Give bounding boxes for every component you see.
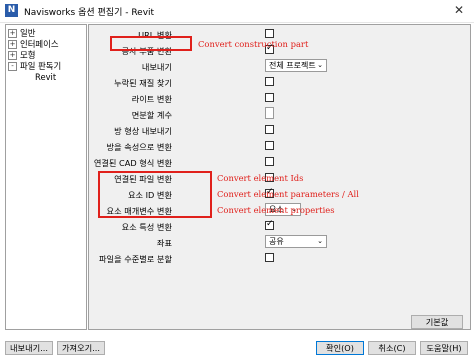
linked-cad-label: 연결된 CAD 형식 변환 bbox=[93, 158, 172, 168]
window-title: Navisworks 옵션 편집기 - Revit bbox=[24, 8, 155, 18]
tree-item-model[interactable]: + 모형 bbox=[8, 50, 35, 60]
highlight-box bbox=[98, 171, 212, 218]
export-label: 내보내기 bbox=[141, 62, 172, 72]
linked-cad-checkbox[interactable] bbox=[265, 157, 274, 166]
tree-item-interface[interactable]: + 인터페이스 bbox=[8, 39, 59, 49]
expand-icon[interactable]: + bbox=[8, 39, 17, 49]
split-by-level-label: 파일을 수준별로 분할 bbox=[99, 254, 172, 264]
export-select-value: 전체 프로젝트 bbox=[269, 61, 316, 70]
tree-item-revit[interactable]: Revit bbox=[35, 72, 56, 82]
close-icon[interactable]: ✕ bbox=[454, 3, 464, 17]
export-select[interactable]: 전체 프로젝트 ⌄ bbox=[265, 59, 327, 72]
coordinates-label: 좌표 bbox=[156, 238, 172, 248]
options-tree: + 일반 + 인터페이스 + 모형 - 파일 판독기 Revit bbox=[5, 24, 87, 330]
split-count-label: 면분할 계수 bbox=[131, 110, 172, 120]
split-count-field[interactable] bbox=[265, 107, 274, 119]
cancel-button[interactable]: 취소(C) bbox=[368, 341, 416, 355]
tree-item-label: 파일 판독기 bbox=[20, 61, 62, 71]
coordinates-select[interactable]: 공유 ⌄ bbox=[265, 235, 327, 248]
collapse-icon[interactable]: - bbox=[8, 61, 17, 71]
annotation-element-ids: Convert element Ids bbox=[217, 173, 304, 183]
light-convert-checkbox[interactable] bbox=[265, 93, 274, 102]
import-button[interactable]: 가져오기... bbox=[57, 341, 105, 355]
help-button[interactable]: 도움말(H) bbox=[420, 341, 468, 355]
split-by-level-checkbox[interactable] bbox=[265, 253, 274, 262]
tree-item-general[interactable]: + 일반 bbox=[8, 28, 35, 38]
highlight-box bbox=[110, 36, 192, 51]
export-button[interactable]: 내보내기... bbox=[5, 341, 53, 355]
expand-icon[interactable]: + bbox=[8, 50, 17, 60]
find-missing-material-label: 누락된 재질 찾기 bbox=[114, 78, 172, 88]
expand-icon[interactable]: + bbox=[8, 28, 17, 38]
chevron-down-icon: ⌄ bbox=[317, 237, 323, 245]
room-attribute-checkbox[interactable] bbox=[265, 141, 274, 150]
room-geometry-label: 방 형상 내보내기 bbox=[114, 126, 172, 136]
ok-button[interactable]: 확인(O) bbox=[316, 341, 364, 355]
element-props-checkbox[interactable] bbox=[265, 219, 274, 230]
light-convert-label: 라이트 변환 bbox=[131, 94, 172, 104]
annotation-element-params: Convert element parameters / All bbox=[217, 189, 359, 199]
coordinates-select-value: 공유 bbox=[269, 237, 284, 246]
element-props-label: 요소 특성 변환 bbox=[121, 222, 172, 232]
tree-item-file-readers[interactable]: - 파일 판독기 bbox=[8, 61, 61, 71]
annotation-element-props: Convert element properties bbox=[217, 205, 335, 215]
room-attribute-label: 방을 속성으로 변환 bbox=[106, 142, 172, 152]
annotation-construction-part: Convert construction part bbox=[198, 39, 309, 49]
room-geometry-checkbox[interactable] bbox=[265, 125, 274, 134]
navisworks-app-icon: N bbox=[5, 4, 18, 17]
defaults-button[interactable]: 기본값 bbox=[411, 315, 463, 329]
find-missing-material-checkbox[interactable] bbox=[265, 77, 274, 86]
title-bar: N Navisworks 옵션 편집기 - Revit ✕ bbox=[0, 0, 474, 23]
url-convert-checkbox[interactable] bbox=[265, 29, 274, 38]
chevron-down-icon: ⌄ bbox=[317, 61, 323, 69]
